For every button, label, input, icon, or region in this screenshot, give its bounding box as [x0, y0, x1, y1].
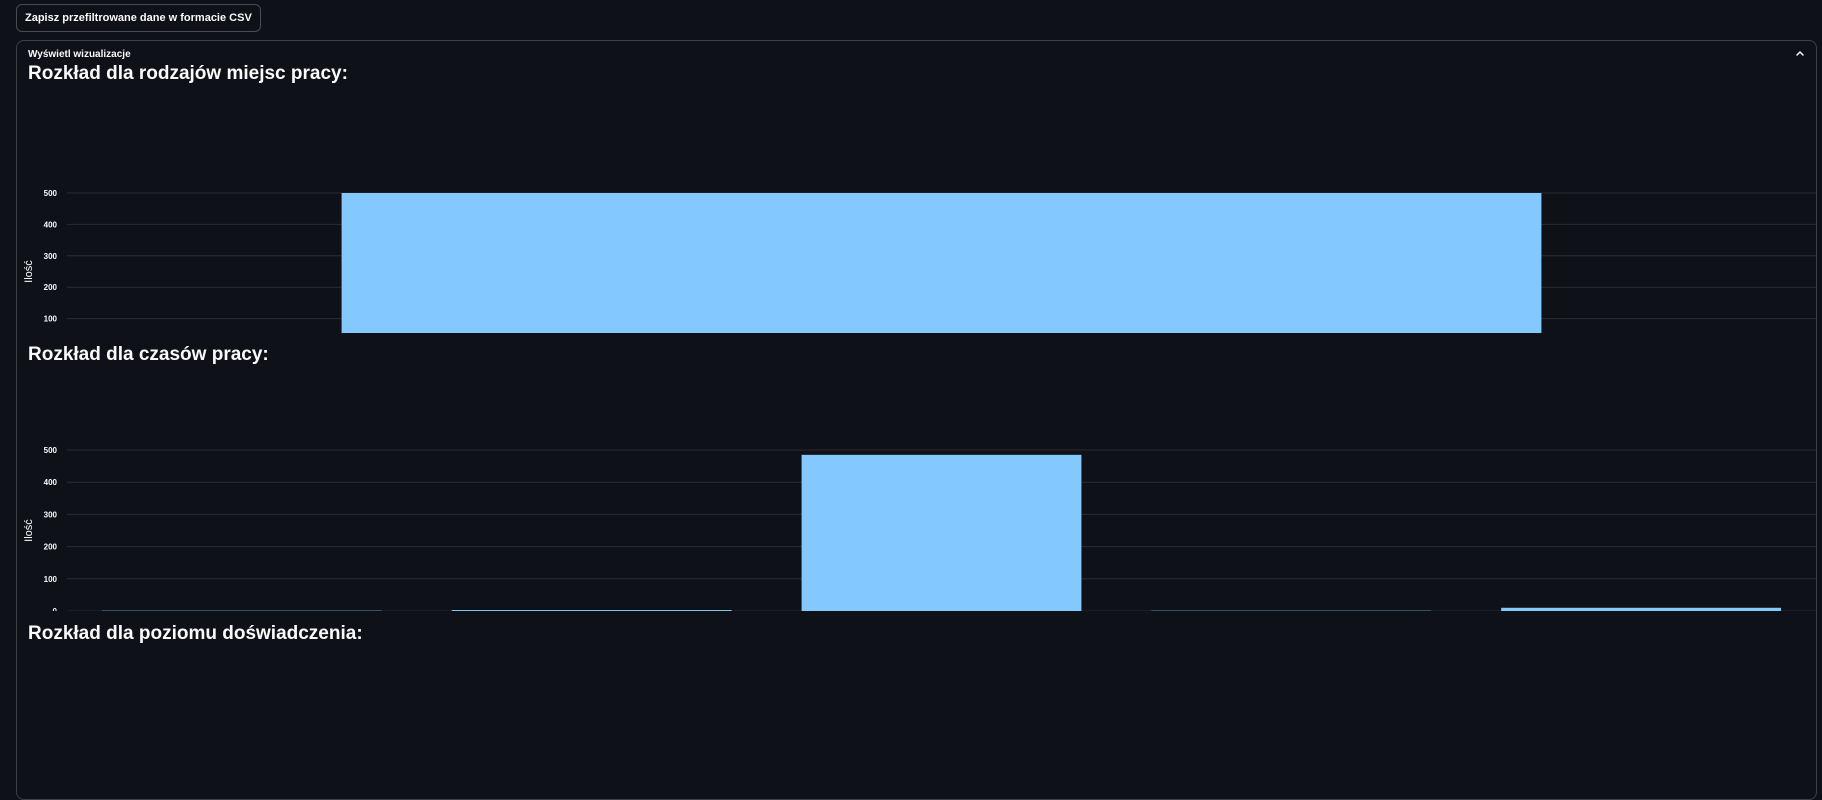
section-title-work-time: Rozkład dla czasów pracy:: [28, 344, 269, 366]
y-tick-label: 100: [44, 315, 58, 324]
y-tick-label: 300: [44, 510, 58, 519]
section-title-workplace: Rozkład dla rodzajów miejsc pracy:: [28, 63, 348, 85]
y-tick-label: 100: [44, 575, 58, 584]
bar-freelance: [452, 610, 732, 611]
y-tick-label: 400: [44, 220, 58, 229]
y-tick-label: 500: [44, 446, 58, 455]
visualizations-expander: Wyświetl wizualizacje Rozkład dla rodzaj…: [16, 40, 1817, 800]
y-tick-label: 200: [44, 543, 58, 552]
bar-remote: [342, 193, 1542, 333]
workplace-type-chart: 0100200300400500remoteTyp miejsca pracyI…: [17, 101, 1816, 333]
work-time-chart: 0100200300400500Undeterminedfreelanceful…: [17, 386, 1816, 611]
expander-label: Wyświetl wizualizacje: [28, 49, 131, 60]
save-csv-button[interactable]: Zapisz przefiltrowane dane w formacie CS…: [16, 4, 261, 32]
y-tick-label: 500: [44, 189, 58, 198]
y-tick-label: 0: [53, 607, 58, 611]
chevron-up-icon[interactable]: [1794, 47, 1806, 59]
bar-part_time: [1501, 608, 1781, 611]
bar-full_time: [802, 455, 1082, 611]
y-tick-label: 200: [44, 283, 58, 292]
y-tick-label: 300: [44, 252, 58, 261]
y-tick-label: 400: [44, 478, 58, 487]
y-axis-title: Ilość: [23, 260, 35, 283]
y-axis-title: Ilość: [23, 519, 35, 542]
section-title-experience: Rozkład dla poziomu doświadczenia:: [28, 623, 363, 645]
